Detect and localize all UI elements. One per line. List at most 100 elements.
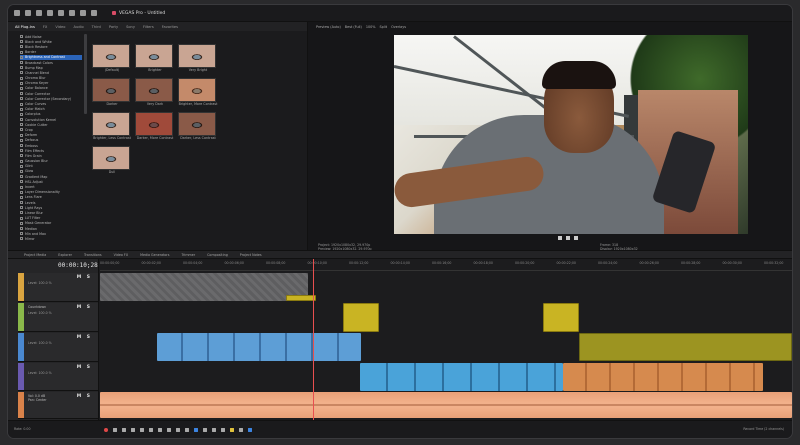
render-icon[interactable] xyxy=(47,10,53,16)
timeline-ruler[interactable]: 00:00:00;00 00:00:02;00 00:00:04;00 00:00:0… xyxy=(100,259,792,271)
preset-label: Brighter, Less Contrast xyxy=(93,136,131,140)
preview-tool[interactable]: Split xyxy=(380,25,388,29)
stop-icon[interactable] xyxy=(149,427,153,432)
fx-preset[interactable]: (Default) xyxy=(92,44,132,76)
track-level[interactable]: Level: 100.0 % xyxy=(28,311,52,315)
fx-tab[interactable]: Filters xyxy=(140,25,157,29)
redo-icon[interactable] xyxy=(91,10,97,16)
pause-icon[interactable] xyxy=(140,427,144,432)
play-icon[interactable] xyxy=(131,427,135,432)
cut-icon[interactable] xyxy=(69,10,75,16)
track-header[interactable]: Level: 100.0 % M S xyxy=(18,363,98,391)
track-header[interactable]: Countdown Level: 100.0 % M S xyxy=(18,303,98,332)
next-frame-icon[interactable] xyxy=(185,427,189,432)
prev-frame-icon[interactable] xyxy=(176,427,180,432)
video-clip[interactable] xyxy=(563,363,763,391)
fx-tab[interactable]: All Plug-Ins xyxy=(12,25,38,29)
go-to-end-icon[interactable] xyxy=(167,427,171,432)
go-to-start-icon[interactable] xyxy=(158,427,162,432)
preset-thumbnail xyxy=(92,78,130,102)
fx-tab[interactable]: Party xyxy=(106,25,121,29)
track-name[interactable]: Vol: 0.0 dB Pan: Center xyxy=(28,394,47,402)
video-clip[interactable] xyxy=(157,333,361,361)
track-level[interactable]: Level: 100.0 % xyxy=(28,281,52,285)
pause-icon[interactable] xyxy=(566,236,570,240)
dock-tab[interactable]: Project Notes xyxy=(240,253,262,257)
fx-item-label: Mirror xyxy=(25,236,35,241)
preview-tool[interactable]: Overlays xyxy=(391,25,406,29)
track-color-stripe xyxy=(18,303,24,331)
playhead-cursor[interactable] xyxy=(313,259,314,420)
mute-solo-buttons[interactable]: M S xyxy=(77,394,92,399)
fx-preset[interactable]: Very Dark xyxy=(135,78,175,110)
fx-list-item[interactable]: Mirror xyxy=(20,236,82,241)
video-clip[interactable] xyxy=(543,303,579,332)
preview-tool[interactable]: Best (Full) xyxy=(345,25,362,29)
fx-tab[interactable]: FX xyxy=(40,25,51,29)
stop-icon[interactable] xyxy=(574,236,578,240)
plugin-icon xyxy=(20,232,23,236)
track-header[interactable]: Level: 100.0 % M S xyxy=(18,273,98,302)
split-icon[interactable] xyxy=(221,427,225,432)
ripple-edit-icon[interactable] xyxy=(248,427,252,432)
video-clip[interactable] xyxy=(100,273,308,301)
dock-tab[interactable]: Video FX xyxy=(114,253,128,257)
fx-list-scrollbar[interactable] xyxy=(84,34,87,114)
audio-clip[interactable] xyxy=(100,392,792,418)
preview-tool[interactable]: Preview (Auto) xyxy=(316,25,341,29)
marker-icon[interactable] xyxy=(230,427,234,432)
mute-solo-buttons[interactable]: M S xyxy=(77,305,92,310)
play-icon[interactable] xyxy=(558,236,562,240)
dock-tab[interactable]: Explorer xyxy=(58,253,72,257)
fx-preset[interactable]: Very Bright xyxy=(178,44,218,76)
dock-tab[interactable]: Compositing xyxy=(207,253,228,257)
dock-tab[interactable]: Transitions xyxy=(84,253,102,257)
track-header[interactable]: Level: 100.0 % M S xyxy=(18,333,98,362)
fx-tab[interactable]: Third xyxy=(89,25,104,29)
fx-preset[interactable]: Dull xyxy=(92,146,132,178)
track-name[interactable]: Countdown xyxy=(28,305,46,309)
new-project-icon[interactable] xyxy=(14,10,20,16)
normal-edit-tool-icon[interactable] xyxy=(194,427,198,432)
mute-solo-buttons[interactable]: M S xyxy=(77,275,92,280)
save-icon[interactable] xyxy=(36,10,42,16)
record-icon[interactable] xyxy=(104,427,108,432)
fx-preset[interactable]: Brighter xyxy=(135,44,175,76)
undo-icon[interactable] xyxy=(80,10,86,16)
fx-preset[interactable]: Brighter, More Contrast xyxy=(178,78,218,110)
mute-solo-buttons[interactable]: M S xyxy=(77,335,92,340)
loop-icon[interactable] xyxy=(113,427,117,432)
ruler-tick: 00:00:22;00 xyxy=(556,261,576,265)
fx-item-label: Convolution Kernel xyxy=(25,117,57,122)
open-icon[interactable] xyxy=(25,10,31,16)
track-level[interactable]: Level: 100.0 % xyxy=(28,341,52,345)
properties-icon[interactable] xyxy=(58,10,64,16)
dock-tab[interactable]: Project Media xyxy=(24,253,46,257)
video-clip[interactable] xyxy=(579,333,792,361)
fx-tab[interactable]: Favorites xyxy=(159,25,181,29)
fx-tab[interactable]: Audio xyxy=(70,25,86,29)
envelope-tool-icon[interactable] xyxy=(203,427,207,432)
play-from-start-icon[interactable] xyxy=(122,427,126,432)
preview-tool[interactable]: 100% xyxy=(366,25,376,29)
fx-tab[interactable]: Sony xyxy=(123,25,138,29)
selection-tool-icon[interactable] xyxy=(212,427,216,432)
ruler-tick: 00:00:14;00 xyxy=(390,261,410,265)
dock-tab[interactable]: Trimmer xyxy=(182,253,196,257)
fx-preset[interactable]: Darker, More Contrast xyxy=(135,112,175,144)
track-header[interactable]: Vol: 0.0 dB Pan: Center M S xyxy=(18,392,98,419)
fx-preset[interactable]: Darker, Less Contrast xyxy=(178,112,218,144)
mute-solo-buttons[interactable]: M S xyxy=(77,365,92,370)
plugin-icon xyxy=(20,227,23,231)
fx-preset[interactable]: Darker xyxy=(92,78,132,110)
fx-preset[interactable]: Brighter, Less Contrast xyxy=(92,112,132,144)
video-clip[interactable] xyxy=(343,303,379,332)
dock-tab[interactable]: Media Generators xyxy=(140,253,169,257)
video-clip[interactable] xyxy=(286,295,316,301)
video-clip[interactable] xyxy=(360,363,563,391)
snapping-icon[interactable] xyxy=(239,427,243,432)
timeline-timecode: 00:00:10;28 xyxy=(58,262,98,269)
track-level[interactable]: Level: 100.0 % xyxy=(28,371,52,375)
preview-transport xyxy=(558,236,578,240)
fx-tab[interactable]: Video xyxy=(52,25,68,29)
